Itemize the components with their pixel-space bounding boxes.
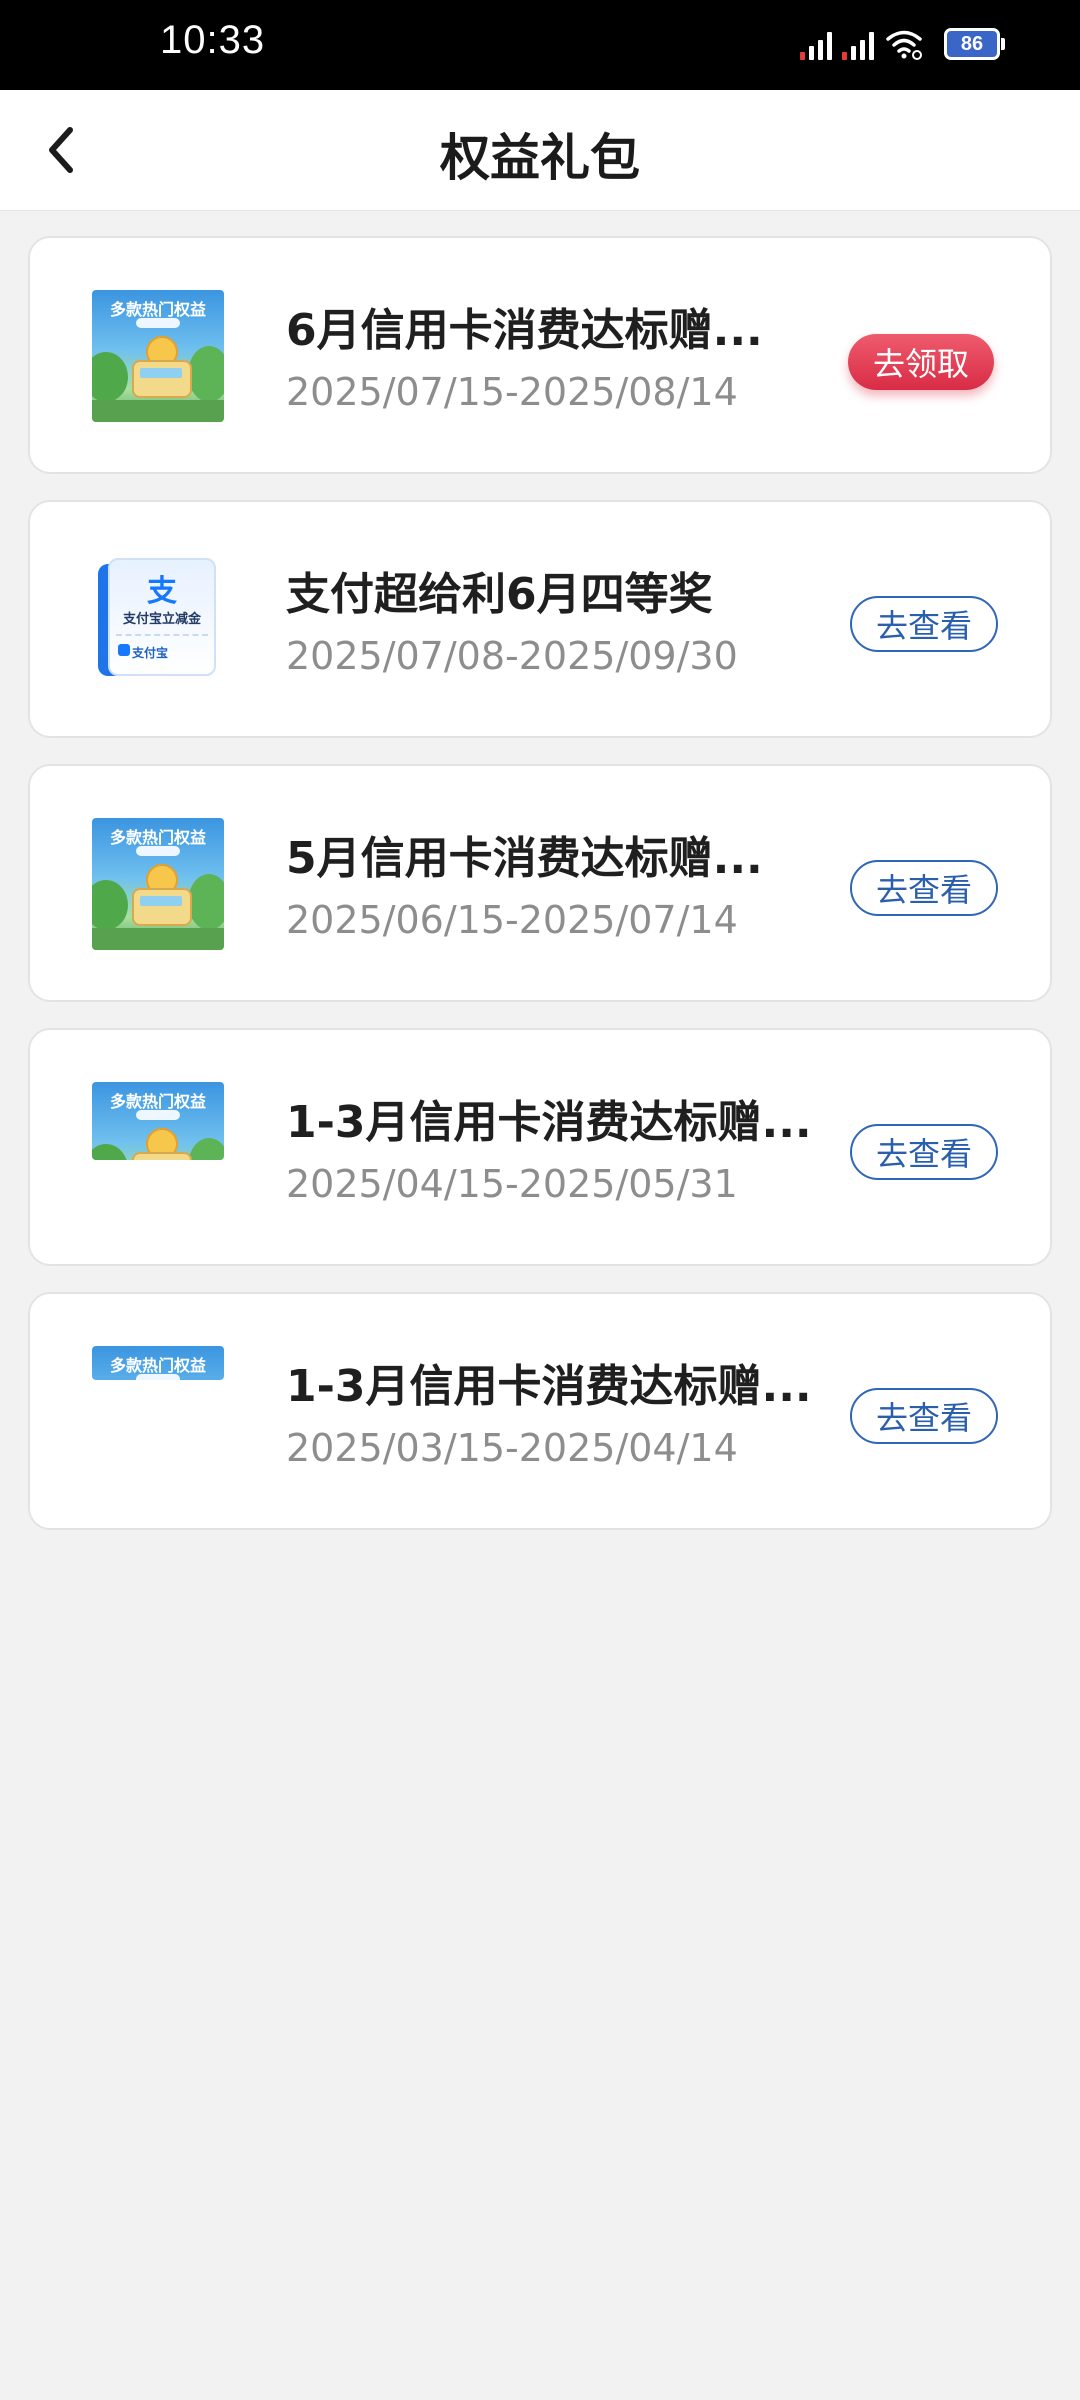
status-time: 10:33 [160, 18, 266, 62]
header-bar: 权益礼包 [0, 90, 1080, 211]
promo-thumbnail-title: 多款热门权益 [109, 1356, 206, 1375]
alipay-coupon-image: 支 支付宝立减金 支付宝 [98, 558, 216, 680]
ground [92, 928, 224, 950]
promo-image: 多款热门权益 [92, 290, 224, 422]
promo-pill [136, 1110, 180, 1120]
item-date-range: 2025/06/15-2025/07/14 [286, 898, 738, 942]
item-title: 6月信用卡消费达标赠... [286, 305, 763, 356]
promo-pill [136, 318, 180, 328]
bus-icon [132, 360, 192, 398]
coupon-brand: 支付宝 [132, 646, 169, 660]
signal-icon [800, 28, 832, 60]
benefit-list: 多款热门权益 6月信用卡消费达标赠... 2025/07/15-2025/08/… [28, 236, 1052, 1556]
status-bar: 10:33 86 [0, 0, 1080, 90]
list-item[interactable]: 多款热门权益 5月信用卡消费达标赠... 2025/06/15-2025/07/… [28, 764, 1052, 1002]
ground [92, 400, 224, 422]
page-title: 权益礼包 [440, 129, 640, 187]
item-title: 1-3月信用卡消费达标赠... [286, 1361, 812, 1412]
tree-icon [92, 352, 128, 402]
status-icons: 86 [800, 28, 1005, 60]
list-item[interactable]: 多款热门权益 1-3月信用卡消费达标赠... 2025/03/15-2025/0… [28, 1292, 1052, 1530]
item-title: 1-3月信用卡消费达标赠... [286, 1097, 812, 1148]
tree-icon [188, 1138, 224, 1160]
alipay-icon: 支 [147, 574, 177, 609]
list-item[interactable]: 多款热门权益 6月信用卡消费达标赠... 2025/07/15-2025/08/… [28, 236, 1052, 474]
item-date-range: 2025/03/15-2025/04/14 [286, 1426, 738, 1470]
tree-icon [188, 874, 224, 930]
promo-thumbnail: 多款热门权益 [92, 1082, 224, 1160]
coupon-label: 支付宝立减金 [122, 612, 201, 627]
coupon-face: 支 支付宝立减金 支付宝 [108, 558, 216, 676]
coupon-thumbnail: 支 支付宝立减金 支付宝 [92, 554, 224, 686]
item-title: 支付超给利6月四等奖 [286, 569, 713, 620]
bus-icon [132, 1152, 192, 1160]
promo-pill [136, 1374, 180, 1380]
item-title: 5月信用卡消费达标赠... [286, 833, 763, 884]
tree-icon [92, 1144, 128, 1160]
promo-thumbnail: 多款热门权益 [92, 290, 224, 422]
battery-icon: 86 [944, 28, 1005, 60]
coupon-divider [116, 634, 208, 636]
promo-thumbnail-title: 多款热门权益 [109, 1092, 206, 1111]
view-button[interactable]: 去查看 [850, 860, 998, 916]
promo-image: 多款热门权益 [92, 1346, 224, 1380]
list-item[interactable]: 支 支付宝立减金 支付宝 支付超给利6月四等奖 2025/07/08-2025/… [28, 500, 1052, 738]
promo-thumbnail-title: 多款热门权益 [109, 828, 206, 847]
promo-thumbnail: 多款热门权益 [92, 818, 224, 950]
battery-level: 86 [960, 32, 984, 55]
item-date-range: 2025/07/15-2025/08/14 [286, 370, 738, 414]
signal-icon-2 [842, 28, 874, 60]
promo-thumbnail: 多款热门权益 [92, 1346, 224, 1380]
promo-pill [136, 846, 180, 856]
promo-image: 多款热门权益 [92, 818, 224, 950]
view-button[interactable]: 去查看 [850, 1124, 998, 1180]
view-button[interactable]: 去查看 [850, 1388, 998, 1444]
tree-icon [92, 880, 128, 930]
tree-icon [188, 346, 224, 402]
wifi-icon [886, 30, 922, 60]
alipay-logo-icon [118, 644, 130, 656]
promo-thumbnail-title: 多款热门权益 [109, 300, 206, 319]
promo-image: 多款热门权益 [92, 1082, 224, 1160]
view-button[interactable]: 去查看 [850, 596, 998, 652]
bus-icon [132, 888, 192, 926]
item-date-range: 2025/04/15-2025/05/31 [286, 1162, 738, 1206]
list-item[interactable]: 多款热门权益 1-3月信用卡消费达标赠... 2025/04/15-2025/0… [28, 1028, 1052, 1266]
claim-button[interactable]: 去领取 [848, 334, 994, 390]
item-date-range: 2025/07/08-2025/09/30 [286, 634, 738, 678]
